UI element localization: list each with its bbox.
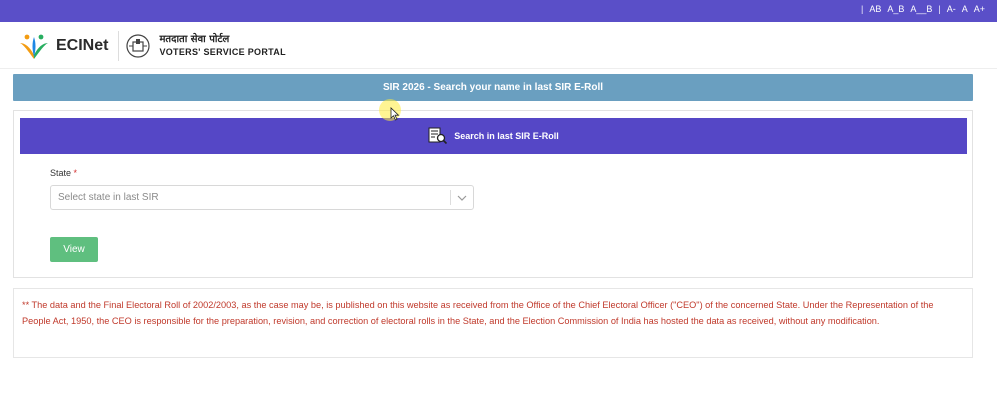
portal-title-hindi: मतदाता सेवा पोर्टल: [159, 34, 230, 45]
document-search-icon: [428, 127, 448, 145]
disclaimer-text: ** The data and the Final Electoral Roll…: [22, 300, 934, 326]
ecinet-logo-icon: [20, 34, 48, 59]
state-label-text: State: [50, 168, 72, 178]
state-select[interactable]: Select state in last SIR: [50, 185, 474, 210]
search-card-title: Search in last SIR E-Roll: [454, 131, 559, 141]
required-asterisk: *: [73, 168, 78, 178]
brand-logo-group[interactable]: ECINet मतदाता सेवा पोर्टल VOTERS' SERVIC…: [18, 31, 286, 61]
portal-title-english: VOTERS' SERVICE PORTAL: [159, 47, 286, 57]
font-increase-button[interactable]: A+: [974, 4, 985, 14]
header-divider: [118, 31, 120, 61]
disclaimer-note: ** The data and the Final Electoral Roll…: [13, 288, 973, 358]
search-card: Search in last SIR E-Roll State * Select…: [13, 110, 973, 278]
text-style-ab-button[interactable]: AB: [869, 4, 881, 14]
site-header: ECINet मतदाता सेवा पोर्टल VOTERS' SERVIC…: [0, 22, 997, 69]
accessibility-controls: | AB A_B A__B | A- A A+: [861, 4, 985, 14]
page-banner: SIR 2026 - Search your name in last SIR …: [13, 74, 973, 101]
font-decrease-button[interactable]: A-: [947, 4, 956, 14]
state-field-label: State *: [50, 168, 77, 178]
separator: |: [938, 4, 941, 14]
chevron-down-icon[interactable]: [451, 195, 473, 201]
top-accessibility-bar: | AB A_B A__B | A- A A+: [0, 0, 997, 22]
view-button[interactable]: View: [50, 237, 98, 262]
font-normal-button[interactable]: A: [962, 4, 968, 14]
mouse-pointer-icon: [390, 107, 400, 121]
text-style-a-b-button[interactable]: A_B: [887, 4, 904, 14]
search-card-header: Search in last SIR E-Roll: [20, 118, 967, 154]
separator: |: [860, 4, 864, 14]
ballot-seal-icon: [126, 34, 151, 58]
state-select-placeholder: Select state in last SIR: [58, 192, 159, 203]
page-title: SIR 2026 - Search your name in last SIR …: [382, 82, 604, 93]
brand-name: ECINet: [56, 37, 109, 54]
portal-title: मतदाता सेवा पोर्टल VOTERS' SERVICE PORTA…: [159, 33, 285, 59]
text-style-a--b-button[interactable]: A__B: [910, 4, 932, 14]
